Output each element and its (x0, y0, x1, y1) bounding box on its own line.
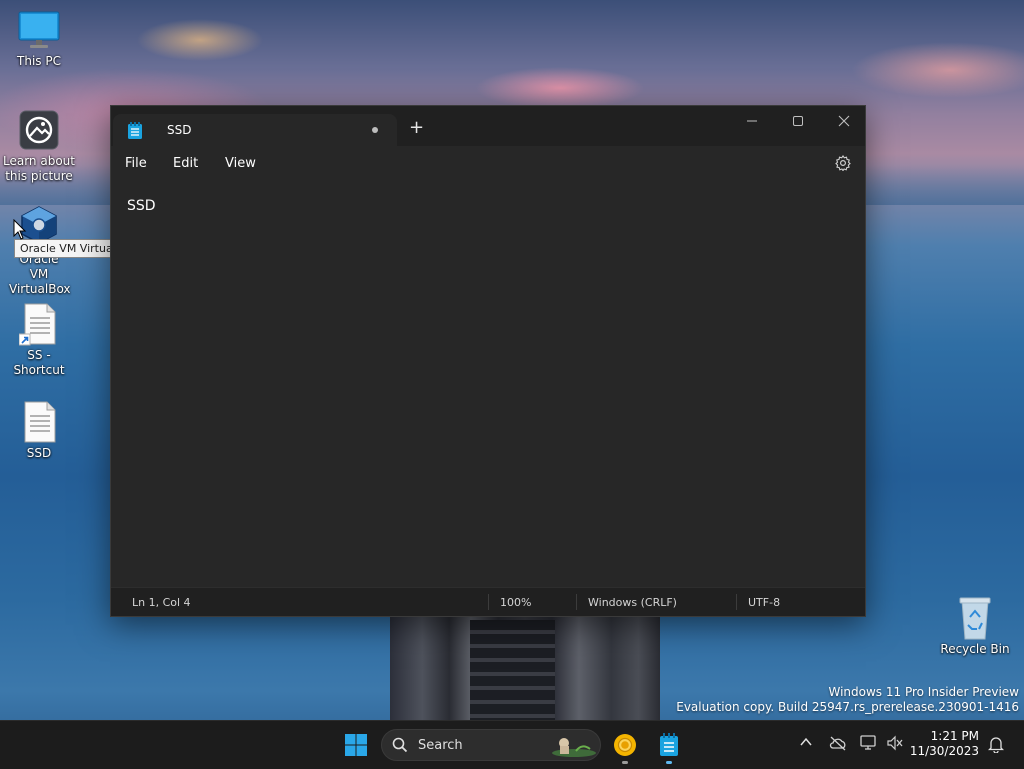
windows-logo-icon (345, 734, 367, 756)
status-divider (576, 594, 577, 610)
running-indicator (622, 761, 628, 764)
network-icon[interactable] (860, 735, 878, 751)
menu-bar: File Edit View (111, 146, 865, 182)
menu-view[interactable]: View (225, 156, 256, 171)
close-icon (838, 115, 850, 127)
chrome-canary-icon (614, 734, 636, 756)
start-button[interactable] (340, 729, 372, 761)
search-icon (392, 737, 408, 753)
desktop-icon-this-pc[interactable]: This PC (1, 8, 77, 69)
taskbar-search-box[interactable]: Search (381, 729, 601, 761)
new-tab-button[interactable]: + (409, 119, 424, 137)
maximize-icon (793, 116, 803, 126)
encoding[interactable]: UTF-8 (748, 596, 780, 609)
notepad-app-icon (128, 122, 142, 139)
maximize-button[interactable] (775, 106, 821, 136)
text-file-icon (17, 400, 61, 444)
text-file-shortcut-icon (17, 302, 61, 346)
clock-date: 11/30/2023 (909, 744, 979, 758)
volume-muted-icon[interactable] (886, 735, 904, 751)
status-bar: Ln 1, Col 4 100% Windows (CRLF) UTF-8 (111, 587, 865, 616)
text-editor[interactable]: SSD (111, 182, 865, 584)
onedrive-offline-icon[interactable] (829, 735, 847, 751)
system-clock[interactable]: 1:21 PM 11/30/2023 (910, 729, 979, 759)
recycle-bin-icon (953, 596, 997, 640)
unsaved-indicator-icon[interactable] (372, 127, 378, 133)
taskbar-app-chrome-canary[interactable] (609, 729, 641, 761)
desktop-icon-ss-shortcut[interactable]: SS - Shortcut (1, 302, 77, 378)
desktop-icon-learn-about-picture[interactable]: Learn about this picture (1, 108, 77, 184)
watermark-line-2: Evaluation copy. Build 25947.rs_prerelea… (676, 700, 1019, 714)
menu-edit[interactable]: Edit (173, 156, 198, 171)
clock-time: 1:21 PM (930, 729, 979, 743)
tab-title: SSD (167, 123, 192, 137)
title-bar[interactable]: SSD + (111, 106, 865, 146)
notification-bell-icon[interactable] (988, 735, 1004, 753)
desktop-icon-label: Recycle Bin (940, 642, 1010, 656)
taskbar: Search 1:21 PM 11/30/2023 (0, 720, 1024, 769)
mouse-cursor-icon (13, 219, 27, 240)
settings-gear-icon[interactable] (835, 155, 851, 171)
tab-ssd[interactable]: SSD (113, 114, 397, 146)
notepad-window: SSD + File Edit View SSD Ln 1, Col 4 100… (110, 105, 866, 617)
wallpaper-pier-steps (470, 620, 555, 720)
desktop-icon-label: This PC (17, 54, 61, 68)
desktop-icon-label: Learn about this picture (3, 154, 75, 183)
search-label: Search (418, 738, 463, 753)
desktop-icon-label: SSD (26, 446, 52, 460)
menu-file[interactable]: File (125, 156, 147, 171)
close-button[interactable] (821, 106, 867, 136)
desktop-icon-ssd[interactable]: SSD (1, 400, 77, 461)
chevron-up-icon[interactable] (799, 735, 813, 749)
notepad-taskbar-icon (660, 733, 678, 756)
evaluation-watermark: Windows 11 Pro Insider Preview Evaluatio… (676, 685, 1019, 715)
monitor-icon (17, 8, 61, 52)
search-highlight-icon (552, 738, 596, 757)
minimize-button[interactable] (729, 106, 775, 136)
watermark-line-1: Windows 11 Pro Insider Preview (828, 685, 1019, 699)
spotlight-icon (17, 108, 61, 152)
running-indicator (666, 761, 672, 764)
zoom-level[interactable]: 100% (500, 596, 531, 609)
desktop-icon-label: Oracle VM VirtualBox (9, 252, 71, 296)
line-ending[interactable]: Windows (CRLF) (588, 596, 677, 609)
editor-content: SSD (127, 198, 156, 214)
status-divider (736, 594, 737, 610)
minimize-icon (747, 120, 757, 122)
cursor-position: Ln 1, Col 4 (132, 596, 191, 609)
status-divider (488, 594, 489, 610)
desktop-icon-label: SS - Shortcut (13, 348, 65, 377)
taskbar-app-notepad[interactable] (653, 729, 685, 761)
desktop-icon-recycle-bin[interactable]: Recycle Bin (937, 596, 1013, 657)
